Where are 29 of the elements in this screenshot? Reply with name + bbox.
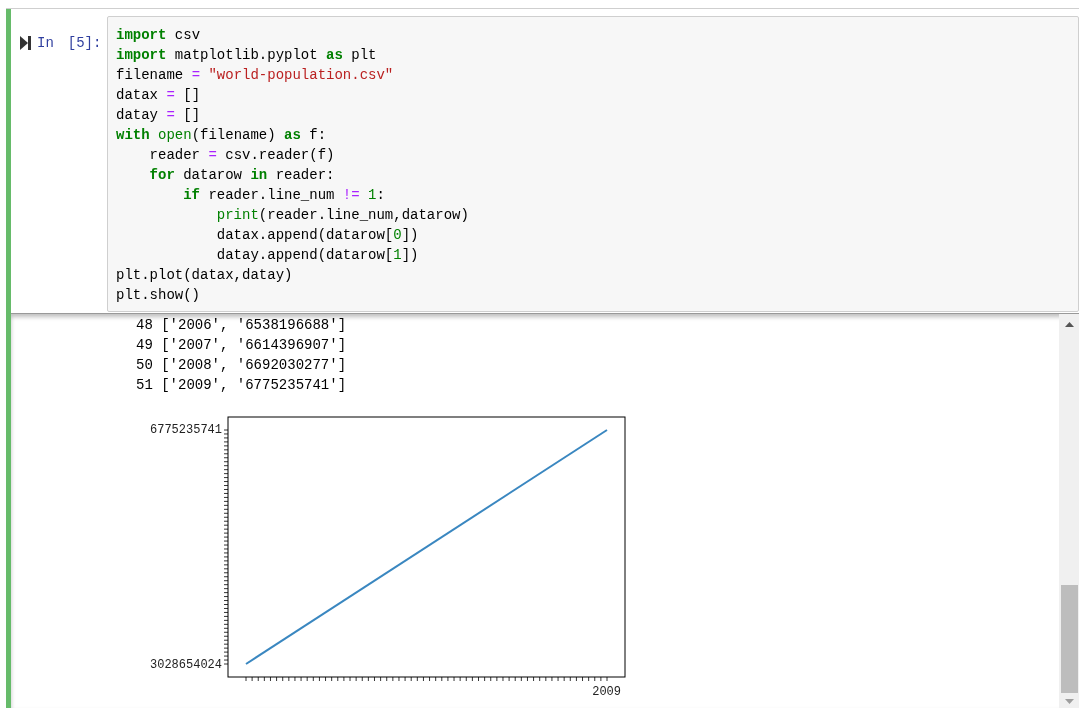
scrollbar-thumb[interactable]	[1060, 585, 1078, 693]
run-cell-icon[interactable]	[20, 36, 31, 50]
code-line: datax.append(datarow[0])	[215, 226, 419, 245]
code-line: for datarow in reader:	[148, 166, 335, 185]
code-line: datay.append(datarow[1])	[215, 246, 419, 265]
execution-count: [5]:	[67, 34, 102, 53]
output-line: 49 ['2007', '6614396907']	[136, 336, 347, 355]
y-tick-label: 3028654024	[150, 658, 222, 672]
code-line: plt.plot(datax,datay)	[116, 266, 293, 285]
scroll-down-arrow-icon[interactable]	[1064, 699, 1074, 704]
code-line: print(reader.line_num,datarow)	[215, 206, 469, 225]
x-tick-label: 2009	[592, 685, 621, 699]
code-line: datay = []	[116, 106, 201, 125]
scrollbar[interactable]	[1059, 314, 1079, 708]
y-tick-label: 6775235741	[150, 423, 222, 437]
input-prompt: In	[37, 34, 54, 53]
code-line: filename = "world-population.csv"	[116, 66, 394, 85]
code-editor[interactable]	[107, 16, 1079, 312]
scroll-up-arrow-icon[interactable]	[1064, 322, 1074, 327]
code-line: if reader.line_num != 1:	[182, 186, 385, 205]
code-line: plt.show()	[116, 286, 200, 305]
output-line: 50 ['2008', '6692030277']	[136, 356, 347, 375]
code-line: reader = csv.reader(f)	[148, 146, 335, 165]
code-line: import matplotlib.pyplot as plt	[116, 46, 377, 65]
output-line: 51 ['2009', '6775235741']	[136, 376, 347, 395]
code-line: import csv	[116, 26, 201, 45]
code-line: with open(filename) as f:	[116, 126, 327, 145]
code-line: datax = []	[116, 86, 201, 105]
output-line: 48 ['2006', '6538196688']	[136, 316, 347, 335]
